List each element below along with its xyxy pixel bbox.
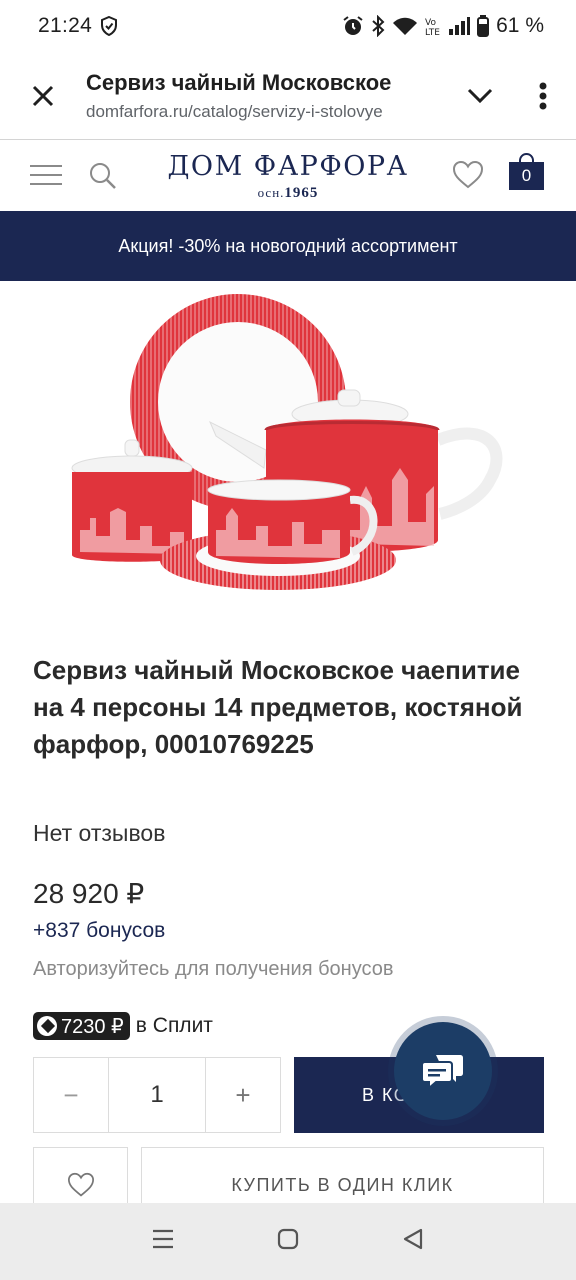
bonus-amount: +837 бонусов bbox=[33, 919, 166, 942]
logo-text: ДОМ ФАРФОРА bbox=[167, 151, 409, 182]
site-logo[interactable]: ДОМ ФАРФОРА осн.1965 bbox=[160, 151, 416, 202]
search-icon[interactable] bbox=[88, 161, 118, 196]
favorites-icon[interactable] bbox=[452, 160, 484, 195]
status-time: 21:24 bbox=[38, 14, 93, 37]
svg-text:Vo: Vo bbox=[425, 18, 436, 28]
split-logo-icon bbox=[37, 1016, 57, 1036]
recents-icon bbox=[152, 1229, 173, 1249]
page-url: domfarfora.ru/catalog/servizy-i-stolovye bbox=[86, 101, 383, 121]
browser-toolbar: Сервиз чайный Московское domfarfora.ru/c… bbox=[0, 52, 576, 140]
system-nav-bar bbox=[0, 1203, 576, 1280]
product-image[interactable] bbox=[60, 290, 510, 600]
tab-title-block: Сервиз чайный Московское domfarfora.ru/c… bbox=[86, 70, 450, 122]
split-label: в Сплит bbox=[135, 1014, 213, 1037]
chevron-down-icon bbox=[467, 88, 493, 103]
split-amount: 7230 ₽ bbox=[61, 1015, 124, 1038]
wifi-icon bbox=[392, 16, 418, 36]
quantity-input[interactable]: 1 bbox=[108, 1058, 206, 1132]
battery-percent: 61 % bbox=[496, 14, 544, 37]
recent-apps-button[interactable] bbox=[152, 1229, 174, 1254]
decrease-quantity-button[interactable]: − bbox=[34, 1058, 108, 1132]
chat-icon bbox=[422, 1055, 463, 1091]
volte-icon: Vo LTE bbox=[425, 16, 441, 36]
expand-button[interactable] bbox=[450, 52, 510, 140]
home-button[interactable] bbox=[277, 1228, 299, 1255]
menu-icon[interactable] bbox=[30, 165, 62, 187]
product-price: 28 920 ₽ bbox=[33, 878, 145, 909]
signal-icon bbox=[448, 16, 471, 36]
promo-banner[interactable]: Акция! -30% на новогодний ассортимент bbox=[0, 211, 576, 281]
product-title: Сервиз чайный Московское чаепитие на 4 п… bbox=[33, 655, 523, 759]
home-icon bbox=[277, 1228, 299, 1250]
svg-text:LTE: LTE bbox=[425, 28, 440, 36]
page-title: Сервиз чайный Московское bbox=[86, 69, 392, 95]
chat-button[interactable] bbox=[388, 1016, 498, 1126]
close-tab-button[interactable] bbox=[0, 52, 86, 140]
heart-icon bbox=[67, 1172, 94, 1197]
shield-icon bbox=[100, 16, 118, 36]
status-bar: 21:24 Vo LTE 61 % bbox=[0, 0, 576, 52]
quantity-stepper: − 1 + bbox=[33, 1057, 281, 1133]
split-payment[interactable]: 7230 ₽ в Сплит bbox=[33, 1012, 213, 1040]
auth-note[interactable]: Авторизуйтесь для получения бонусов bbox=[33, 958, 393, 981]
bluetooth-icon bbox=[371, 15, 385, 37]
more-vert-icon bbox=[539, 82, 547, 109]
close-icon bbox=[32, 85, 54, 106]
logo-subtitle: осн.1965 bbox=[257, 185, 319, 201]
back-icon bbox=[404, 1228, 423, 1250]
alarm-icon bbox=[342, 15, 364, 37]
back-button[interactable] bbox=[402, 1227, 424, 1256]
split-badge: 7230 ₽ bbox=[33, 1012, 130, 1040]
cart-button[interactable]: 0 bbox=[509, 162, 544, 190]
reviews-link[interactable]: Нет отзывов bbox=[33, 820, 165, 847]
site-header: ДОМ ФАРФОРА осн.1965 bbox=[0, 141, 576, 211]
browser-menu-button[interactable] bbox=[510, 52, 576, 140]
increase-quantity-button[interactable]: + bbox=[206, 1058, 280, 1132]
battery-icon bbox=[477, 15, 490, 37]
